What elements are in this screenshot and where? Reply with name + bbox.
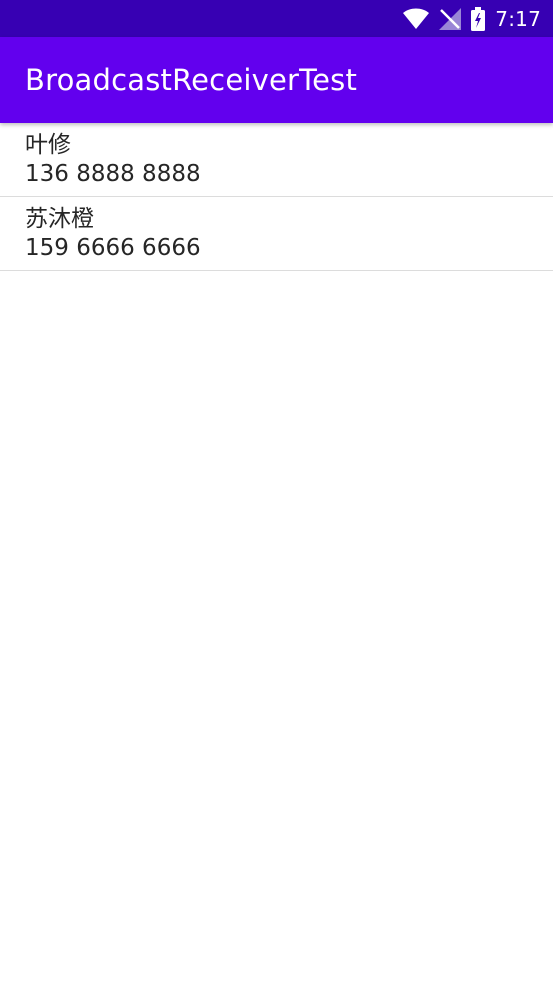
list-item-contact-1[interactable]: 叶修 136 8888 8888 [0, 123, 553, 197]
status-bar: 7:17 [0, 0, 553, 37]
contact-list: 叶修 136 8888 8888 苏沐橙 159 6666 6666 [0, 123, 553, 271]
list-item-contact-2[interactable]: 苏沐橙 159 6666 6666 [0, 197, 553, 271]
no-signal-icon [439, 7, 462, 30]
status-icons: 7:17 [403, 0, 541, 37]
app-title: BroadcastReceiverTest [25, 63, 358, 97]
contact-phone: 136 8888 8888 [25, 161, 201, 187]
contact-name: 苏沐橙 [25, 206, 94, 232]
app-bar: BroadcastReceiverTest [0, 37, 553, 123]
wifi-icon [403, 8, 430, 30]
status-time: 7:17 [495, 6, 541, 31]
contact-phone: 159 6666 6666 [25, 235, 201, 261]
battery-charging-icon [471, 6, 486, 31]
contact-name: 叶修 [25, 132, 71, 158]
